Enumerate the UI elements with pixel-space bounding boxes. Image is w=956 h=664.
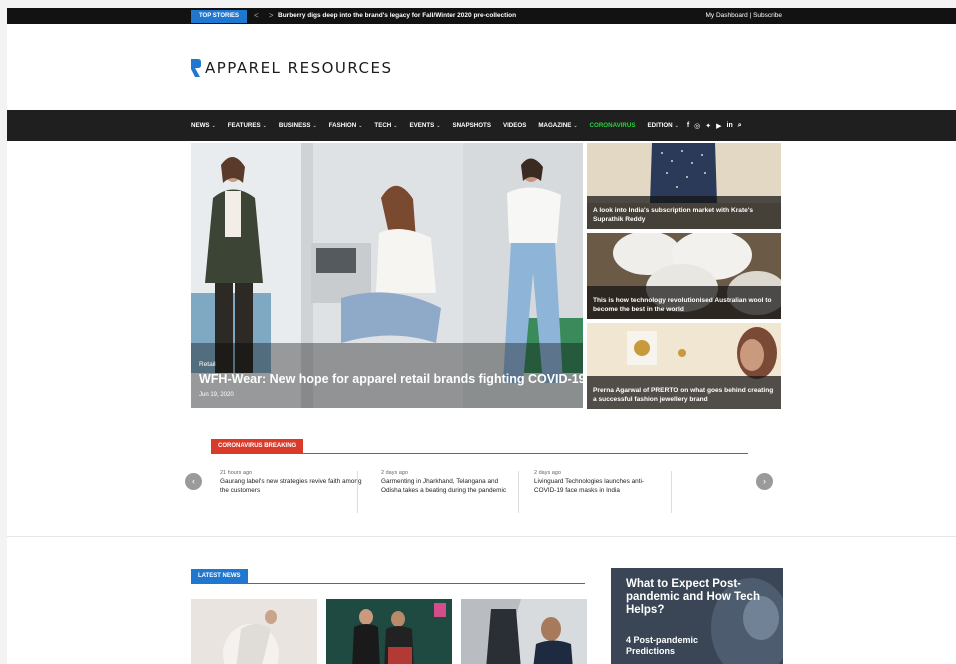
side-story-2-title[interactable]: This is how technology revolutionised Au…	[593, 296, 777, 314]
my-dashboard-link[interactable]: My Dashboard	[705, 12, 747, 19]
site-logo[interactable]: APPAREL RESOURCES	[191, 58, 393, 78]
breaking-separator	[357, 471, 358, 513]
page: TOP STORIES < > Burberry digs deep into …	[7, 8, 956, 664]
latest-news-thumb-1[interactable]	[191, 599, 317, 664]
twitter-icon[interactable]: ✦	[705, 122, 711, 130]
nav-item-edition[interactable]: EDITION ⌄	[648, 122, 679, 129]
nav-item-label: SNAPSHOTS	[452, 122, 491, 129]
latest-news-label: LATEST NEWS	[191, 569, 248, 584]
nav-item-label: NEWS	[191, 122, 210, 129]
nav-item-videos[interactable]: VIDEOS	[503, 122, 526, 129]
nav-item-label: CORONAVIRUS	[589, 122, 636, 129]
hero-title[interactable]: WFH-Wear: New hope for apparel retail br…	[199, 372, 583, 386]
breaking-item-text[interactable]: Livinguard Technologies launches anti-CO…	[534, 478, 662, 495]
logo-text: APPAREL RESOURCES	[205, 59, 393, 77]
logo-mark-icon	[191, 59, 201, 77]
breaking-item-1[interactable]: 21 hours ago Gaurang label's new strateg…	[220, 470, 370, 495]
side-story-2[interactable]: This is how technology revolutionised Au…	[587, 233, 781, 319]
ad-subtitle: 4 Post-pandemic Predictions	[626, 635, 699, 656]
latest-news-thumb-3-image	[461, 599, 587, 664]
top-stories-label: TOP STORIES	[191, 10, 248, 23]
linkedin-icon[interactable]: in	[727, 122, 733, 129]
nav-item-magazine[interactable]: MAGAZINE ⌄	[538, 122, 577, 129]
hero-date: Jun 19, 2020	[199, 392, 234, 398]
breaking-item-3[interactable]: 2 days ago Livinguard Technologies launc…	[534, 470, 662, 495]
nav-item-business[interactable]: BUSINESS ⌄	[279, 122, 317, 129]
nav-item-label: BUSINESS	[278, 122, 311, 129]
chevron-down-icon: ⌄	[211, 122, 216, 129]
nav-item-tech[interactable]: TECH ⌄	[374, 122, 397, 129]
nav-item-fashion[interactable]: FASHION ⌄	[329, 122, 363, 129]
coronavirus-breaking-label: CORONAVIRUS BREAKING	[211, 439, 304, 454]
nav-item-features[interactable]: FEATURES ⌄	[228, 122, 267, 129]
chevron-down-icon: ⌄	[393, 122, 398, 129]
subscribe-link[interactable]: Subscribe	[753, 12, 782, 19]
nav-item-label: EVENTS	[409, 122, 435, 129]
nav-items: NEWS ⌄ FEATURES ⌄ BUSINESS ⌄ FASHION ⌄ TECH ⌄ EVEN…	[191, 110, 742, 141]
nav-item-label: FASHION	[328, 122, 357, 129]
breaking-item-2[interactable]: 2 days ago Garmenting in Jharkhand, Tela…	[381, 470, 516, 495]
top-stories-arrows[interactable]: < >	[254, 10, 278, 22]
hero-image	[191, 143, 583, 408]
latest-news-thumb-2[interactable]	[326, 599, 452, 664]
breaking-item-time: 2 days ago	[381, 470, 408, 476]
instagram-icon[interactable]: ◎	[694, 122, 700, 130]
chevron-down-icon: ⌄	[573, 122, 578, 129]
chevron-down-icon: ⌄	[436, 122, 441, 129]
breaking-prev-button[interactable]: ‹	[185, 473, 202, 490]
ad-banner[interactable]: What to Expect Post-pandemic and How Tec…	[611, 568, 783, 664]
top-links-separator: |	[749, 12, 752, 19]
breaking-separator	[671, 471, 672, 513]
breaking-item-text[interactable]: Gaurang label's new strategies revive fa…	[220, 478, 370, 495]
latest-news-thumb-2-image	[326, 599, 452, 664]
breaking-item-text[interactable]: Garmenting in Jharkhand, Telangana and O…	[381, 478, 516, 495]
social-links: f ◎ ✦ ▶ in ⌕	[687, 122, 742, 130]
hero-story[interactable]: Retail WFH-Wear: New hope for apparel re…	[191, 143, 583, 408]
breaking-item-time: 21 hours ago	[220, 470, 253, 476]
facebook-icon[interactable]: f	[687, 122, 689, 129]
chevron-down-icon: ⌄	[262, 122, 267, 129]
side-story-3[interactable]: Prerna Agarwal of PRERTO on what goes be…	[587, 323, 781, 409]
side-story-1-title[interactable]: A look into India's subscription market …	[593, 206, 777, 224]
nav-item-label: TECH	[374, 122, 392, 129]
chevron-down-icon: ⌄	[312, 122, 317, 129]
side-story-1[interactable]: A look into India's subscription market …	[587, 143, 781, 229]
nav-item-coronavirus[interactable]: CORONAVIRUS	[590, 122, 636, 129]
breaking-separator	[518, 471, 519, 513]
nav-item-events[interactable]: EVENTS ⌄	[409, 122, 440, 129]
nav-item-news[interactable]: NEWS ⌄	[191, 122, 216, 129]
youtube-icon[interactable]: ▶	[716, 122, 721, 130]
latest-news-thumb-3[interactable]	[461, 599, 587, 664]
chevron-down-icon: ⌄	[674, 122, 679, 129]
top-stories-headline[interactable]: Burberry digs deep into the brand's lega…	[278, 10, 516, 22]
breaking-next-button[interactable]: ›	[756, 473, 773, 490]
hero-category[interactable]: Retail	[199, 361, 216, 368]
breaking-item-time: 2 days ago	[534, 470, 561, 476]
latest-news-thumb-1-image	[191, 599, 317, 664]
section-divider	[7, 536, 956, 537]
search-icon[interactable]: ⌕	[738, 122, 742, 130]
top-bar: TOP STORIES < > Burberry digs deep into …	[7, 8, 956, 24]
nav-item-snapshots[interactable]: SNAPSHOTS	[452, 122, 491, 129]
main-nav: NEWS ⌄ FEATURES ⌄ BUSINESS ⌄ FASHION ⌄ TECH ⌄ EVEN…	[7, 110, 956, 141]
side-story-3-title[interactable]: Prerna Agarwal of PRERTO on what goes be…	[593, 386, 777, 404]
ad-title: What to Expect Post-pandemic and How Tec…	[626, 578, 760, 616]
top-links: My Dashboard | Subscribe	[705, 10, 782, 22]
latest-news-rule	[191, 583, 585, 584]
nav-item-label: MAGAZINE	[538, 122, 572, 129]
nav-item-label: EDITION	[647, 122, 673, 129]
nav-item-label: FEATURES	[227, 122, 261, 129]
coronavirus-breaking-rule	[211, 453, 748, 454]
chevron-down-icon: ⌄	[358, 122, 363, 129]
nav-item-label: VIDEOS	[502, 122, 527, 129]
